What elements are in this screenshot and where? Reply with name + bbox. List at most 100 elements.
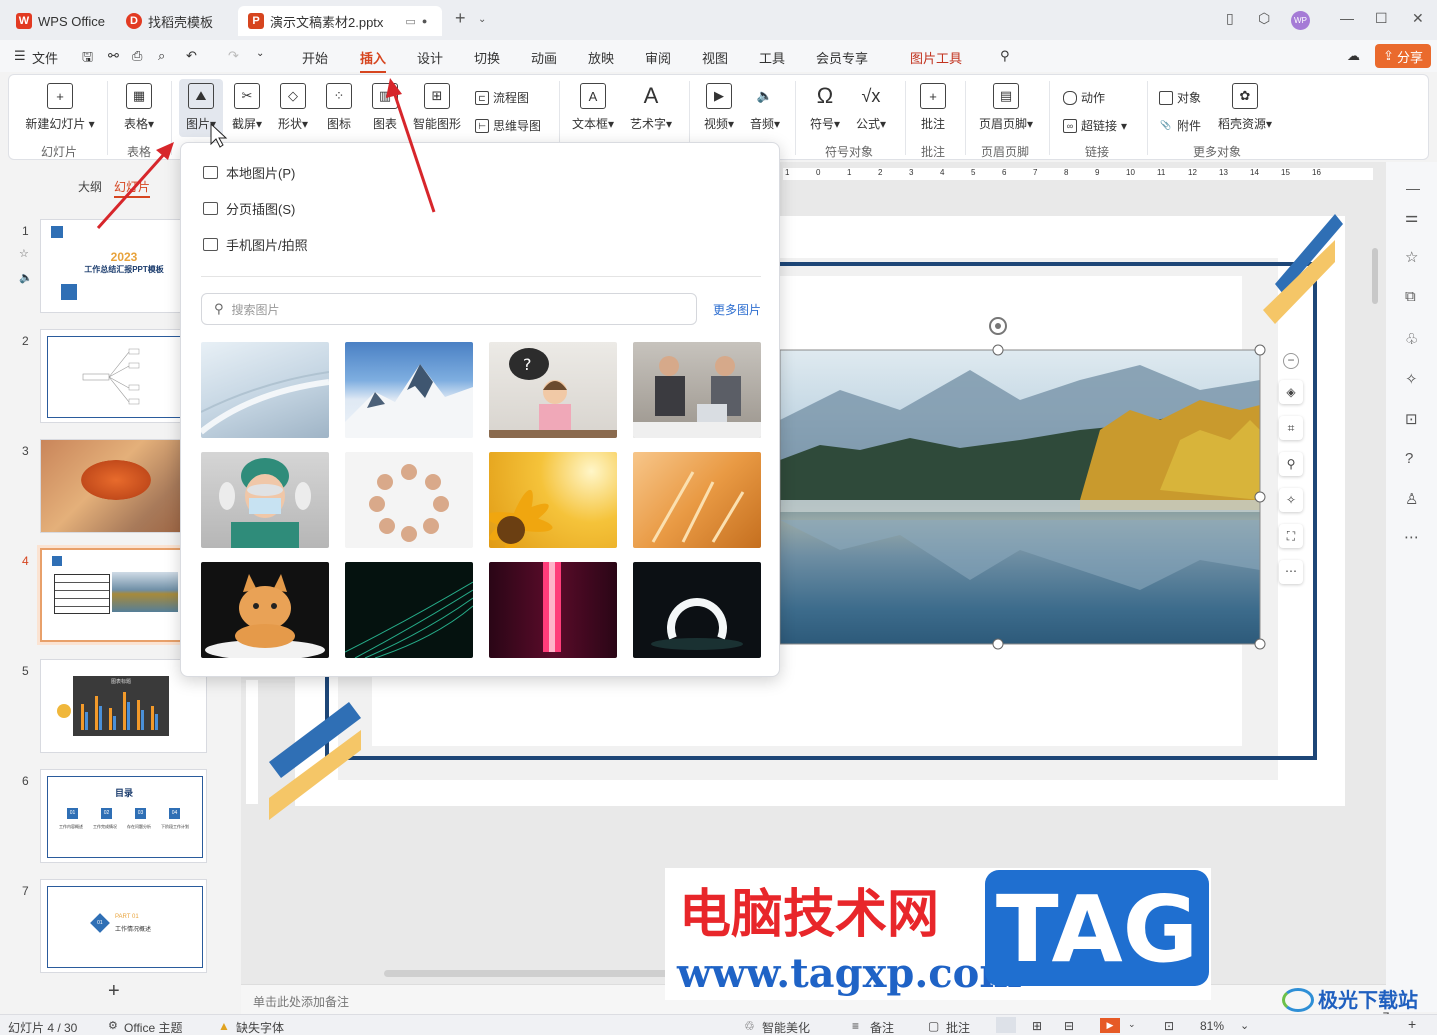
smart-beautify-button[interactable]: 智能美化: [762, 1019, 810, 1035]
tab-outline[interactable]: 大纲: [78, 178, 102, 195]
object-button[interactable]: 对象: [1159, 89, 1201, 106]
magic-icon[interactable]: ✧: [1279, 488, 1303, 512]
tab-docer-templates[interactable]: D 找稻壳模板: [116, 6, 223, 36]
photo-sunflower[interactable]: [489, 452, 617, 548]
collapse-rail-icon[interactable]: —: [1406, 180, 1420, 196]
menu-design[interactable]: 设计: [417, 48, 443, 67]
crop-icon[interactable]: ⌗: [1279, 416, 1303, 440]
maximize-icon[interactable]: ☐: [1375, 10, 1388, 27]
shirt-icon[interactable]: ♙: [1405, 490, 1418, 508]
print-preview-icon[interactable]: ⌕: [158, 48, 165, 64]
photo-fists-circle[interactable]: [345, 452, 473, 548]
avatar[interactable]: WP: [1291, 11, 1310, 30]
unsaved-dot-icon[interactable]: ●: [422, 16, 427, 26]
vertical-scrollbar[interactable]: [1372, 248, 1378, 304]
tab-slides[interactable]: 幻灯片: [114, 178, 151, 198]
new-tab-icon[interactable]: +: [455, 8, 466, 29]
fit-window-icon[interactable]: ⊡: [1164, 1019, 1174, 1033]
screenshot-button[interactable]: ✂ 截屏▾: [227, 83, 267, 132]
photo-snow-mountain[interactable]: [345, 342, 473, 438]
action-button[interactable]: 动作: [1063, 89, 1105, 106]
zoom-level[interactable]: 81%: [1200, 1019, 1224, 1033]
photo-doctor[interactable]: [201, 452, 329, 548]
chevron-down-icon[interactable]: ⌄: [478, 14, 486, 25]
theme-name[interactable]: Office 主题: [124, 1019, 182, 1035]
reading-view-icon[interactable]: ⊟: [1064, 1019, 1074, 1033]
zoom-in-icon[interactable]: +: [1408, 1016, 1416, 1032]
play-dropdown-icon[interactable]: ⌄: [1128, 1019, 1136, 1030]
audio-button[interactable]: 🔈 音频▾: [743, 83, 787, 132]
minimize-icon[interactable]: —: [1340, 10, 1354, 26]
close-icon[interactable]: ✕: [1412, 10, 1424, 27]
photo-architecture[interactable]: [201, 342, 329, 438]
zoom-icon[interactable]: ⚲: [1279, 452, 1303, 476]
menu-tools[interactable]: 工具: [759, 48, 785, 67]
layers-icon[interactable]: ◈: [1279, 380, 1303, 404]
menu-review[interactable]: 审阅: [645, 48, 671, 67]
more-pictures-link[interactable]: 更多图片: [713, 301, 761, 318]
photo-girl-thinking[interactable]: ?: [489, 342, 617, 438]
photo-pink-light[interactable]: [489, 562, 617, 658]
search-input[interactable]: ⚲ 搜索图片: [201, 293, 697, 325]
hamburger-icon[interactable]: ☰: [14, 48, 26, 64]
slide-thumb-7[interactable]: 01 PART 01 工作情况概述: [40, 879, 207, 973]
photo-wheat[interactable]: [633, 452, 761, 548]
cloud-icon[interactable]: ☁: [1347, 48, 1360, 64]
print-icon[interactable]: ⎙: [132, 48, 142, 64]
flowchart-button[interactable]: ⊏ 流程图: [475, 89, 529, 106]
more-icon[interactable]: ⋯: [1279, 560, 1303, 584]
formula-button[interactable]: √x 公式▾: [851, 83, 891, 132]
more-dots-icon[interactable]: ⋯: [1404, 528, 1419, 546]
smartart-button[interactable]: ⊞ 智能图形: [409, 83, 465, 132]
menu-slideshow[interactable]: 放映: [588, 48, 614, 67]
add-slide-button[interactable]: +: [108, 980, 120, 1003]
header-footer-button[interactable]: ▤ 页眉页脚▾: [973, 83, 1039, 132]
save-icon[interactable]: 🖫: [82, 48, 93, 70]
photo-business-meeting[interactable]: [633, 342, 761, 438]
horizontal-scrollbar[interactable]: [384, 970, 672, 977]
settings-sliders-icon[interactable]: ⚌: [1405, 208, 1418, 226]
phone-picture-item[interactable]: 手机图片/拍照: [203, 235, 308, 254]
docer-resource-button[interactable]: ✿ 稻壳资源▾: [1213, 83, 1277, 132]
wordart-button[interactable]: A 艺术字▾: [625, 83, 677, 132]
missing-font[interactable]: 缺失字体: [236, 1019, 284, 1035]
book-icon[interactable]: ⊡: [1405, 410, 1418, 428]
photo-light-ring[interactable]: [633, 562, 761, 658]
grid-view-icon[interactable]: ⊞: [1032, 1019, 1042, 1033]
paged-picture-item[interactable]: 分页插图(S): [203, 199, 295, 218]
tab-wps-office[interactable]: W WPS Office: [6, 6, 115, 36]
menu-view[interactable]: 视图: [702, 48, 728, 67]
menu-picture-tools[interactable]: 图片工具: [910, 48, 962, 67]
animation-icon[interactable]: ♧: [1405, 330, 1418, 348]
comment-button[interactable]: 批注: [946, 1019, 970, 1035]
mindmap-button[interactable]: ⊢ 思维导图: [475, 117, 541, 134]
undo-icon[interactable]: ↶: [186, 48, 197, 64]
cube-icon[interactable]: ⬡: [1258, 10, 1270, 27]
collapse-icon[interactable]: −: [1283, 353, 1299, 369]
share-button[interactable]: ⇪ 分享: [1375, 44, 1431, 68]
play-icon[interactable]: ▶: [1100, 1018, 1120, 1033]
copy-icon[interactable]: ⧉: [1405, 288, 1416, 305]
normal-view-icon[interactable]: [996, 1017, 1016, 1033]
chart-button[interactable]: ▥ 图表: [365, 83, 405, 132]
layout-icon[interactable]: ▯: [1226, 10, 1234, 27]
comment-button[interactable]: + 批注: [913, 83, 953, 132]
menu-insert[interactable]: 插入: [360, 48, 387, 73]
photo-kitten[interactable]: [201, 562, 329, 658]
hyperlink-button[interactable]: ∞ 超链接 ▾: [1063, 117, 1127, 134]
magic-wand-icon[interactable]: ✧: [1405, 370, 1418, 388]
symbol-button[interactable]: Ω 符号▾: [805, 83, 845, 132]
picture-button[interactable]: ⛰ 图片▾: [179, 79, 223, 137]
selection-handles[interactable]: [770, 312, 1270, 656]
scan-icon[interactable]: ⛶: [1279, 524, 1303, 548]
monitor-icon[interactable]: ▭: [405, 15, 415, 28]
menu-animation[interactable]: 动画: [531, 48, 557, 67]
star-outline-icon[interactable]: ☆: [1405, 248, 1418, 266]
more-quick-icon[interactable]: ⌄: [256, 48, 264, 59]
attachment-button[interactable]: 📎 附件: [1159, 117, 1201, 134]
photo-green-waves[interactable]: [345, 562, 473, 658]
shape-button[interactable]: ◇ 形状▾: [273, 83, 313, 132]
icon-button[interactable]: ⁘ 图标: [319, 83, 359, 132]
textbox-button[interactable]: A 文本框▾: [567, 83, 619, 132]
new-slide-button[interactable]: + 新建幻灯片 ▾: [23, 83, 97, 132]
